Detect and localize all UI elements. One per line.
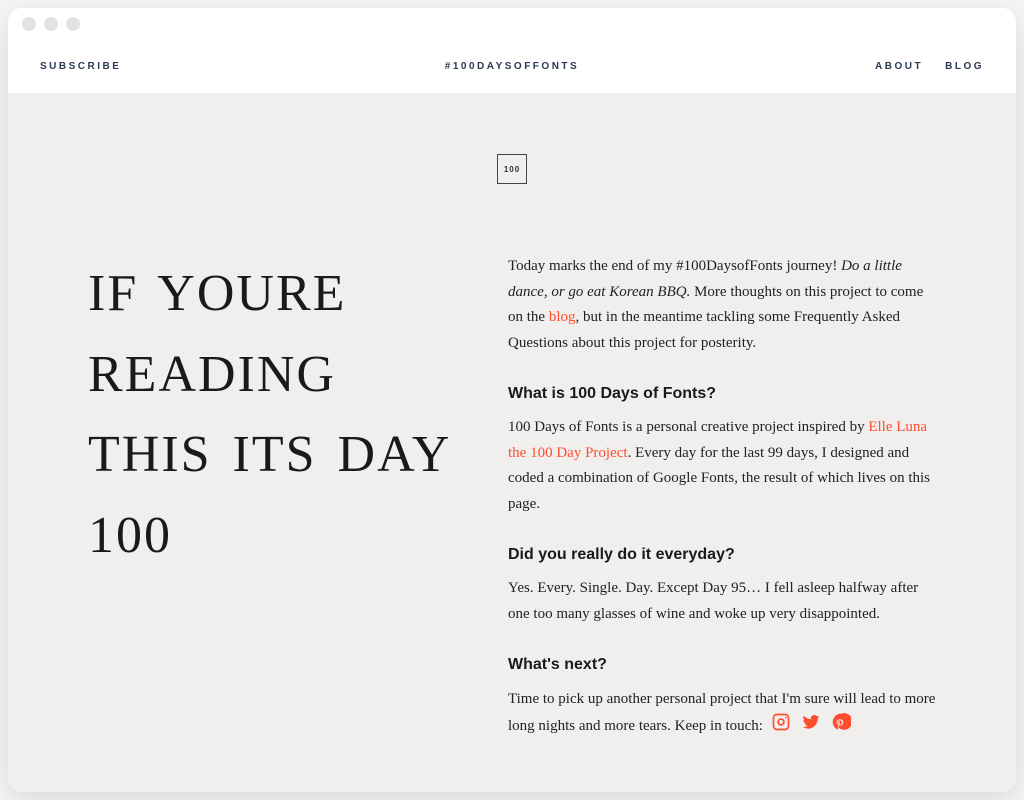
q2-heading: Did you really do it everyday?: [508, 541, 936, 568]
social-row: [771, 712, 851, 742]
q3-heading: What's next?: [508, 651, 936, 678]
page-body: 100 If youre reading this its day 100 To…: [8, 94, 1016, 792]
nav-right: ABOUT BLOG: [875, 61, 984, 72]
browser-titlebar: [8, 8, 1016, 40]
blog-link[interactable]: blog: [549, 309, 576, 325]
content-row: If youre reading this its day 100 Today …: [88, 254, 936, 752]
headline-column: If youre reading this its day 100: [88, 254, 458, 576]
intro-paragraph: Today marks the end of my #100DaysofFont…: [508, 254, 936, 356]
instagram-icon[interactable]: [771, 712, 791, 742]
blog-nav-link[interactable]: BLOG: [945, 61, 984, 72]
site-title[interactable]: #100DAYSOFFONTS: [445, 61, 579, 72]
subscribe-link[interactable]: SUBSCRIBE: [40, 61, 121, 72]
browser-frame: SUBSCRIBE #100DAYSOFFONTS ABOUT BLOG 100…: [8, 8, 1016, 792]
twitter-icon[interactable]: [801, 712, 821, 742]
q1-lead: 100 Days of Fonts is a personal creative…: [508, 419, 868, 435]
q3-body: Time to pick up another personal project…: [508, 687, 936, 742]
day-badge: 100: [497, 154, 527, 184]
q1-heading: What is 100 Days of Fonts?: [508, 380, 936, 407]
about-link[interactable]: ABOUT: [875, 61, 923, 72]
text-column: Today marks the end of my #100DaysofFont…: [508, 254, 936, 752]
traffic-light-dot: [22, 17, 36, 31]
q3-text: Time to pick up another personal project…: [508, 691, 935, 735]
q1-body: 100 Days of Fonts is a personal creative…: [508, 415, 936, 517]
intro-lead: Today marks the end of my #100DaysofFont…: [508, 258, 841, 274]
q2-body: Yes. Every. Single. Day. Except Day 95… …: [508, 576, 936, 627]
headline-text: If youre reading this its day 100: [88, 254, 458, 576]
pinterest-icon[interactable]: [831, 712, 851, 742]
traffic-light-dot: [66, 17, 80, 31]
site-header: SUBSCRIBE #100DAYSOFFONTS ABOUT BLOG: [8, 40, 1016, 94]
traffic-light-dot: [44, 17, 58, 31]
